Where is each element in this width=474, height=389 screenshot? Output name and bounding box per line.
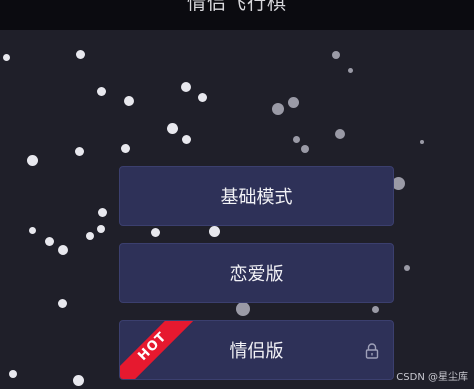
snow-particle (236, 302, 250, 316)
snow-particle (76, 50, 85, 59)
hot-badge: HOT (120, 321, 199, 379)
snow-particle (293, 136, 300, 143)
lock-icon (365, 343, 379, 359)
snow-particle (9, 370, 17, 378)
snow-particle (97, 87, 106, 96)
title-bar: 情侣飞行棋 (0, 0, 474, 30)
snow-particle (124, 96, 134, 106)
snow-particle (167, 123, 178, 134)
snow-particle (27, 155, 38, 166)
love-mode-label: 恋爱版 (229, 264, 284, 285)
snow-particle (288, 97, 299, 108)
couple-mode-button[interactable]: HOT 情侣版 (119, 320, 394, 380)
snow-particle (272, 103, 284, 115)
snow-particle (3, 54, 10, 61)
snow-particle (335, 129, 345, 139)
snow-particle (98, 208, 107, 217)
page-title: 情侣飞行棋 (186, 0, 287, 14)
snow-particle (97, 225, 105, 233)
snow-particle (151, 228, 160, 237)
snow-particle (75, 147, 84, 156)
basic-mode-button[interactable]: 基础模式 (119, 166, 394, 226)
snow-particle (404, 265, 410, 271)
snow-particle (420, 140, 424, 144)
snow-particle (182, 135, 191, 144)
love-mode-button[interactable]: 恋爱版 (119, 243, 394, 303)
snow-particle (301, 145, 309, 153)
snow-particle (372, 306, 379, 313)
snow-particle (45, 237, 54, 246)
snow-particle (73, 375, 84, 386)
snow-particle (86, 232, 94, 240)
snow-particle (181, 82, 191, 92)
snow-particle (121, 144, 130, 153)
snow-particle (58, 245, 68, 255)
watermark: CSDN @星尘库 (396, 372, 468, 383)
snow-particle (209, 226, 220, 237)
couple-mode-label: 情侣版 (229, 341, 284, 362)
snow-particle (198, 93, 207, 102)
snow-particle (332, 51, 340, 59)
snow-particle (29, 227, 36, 234)
snow-particle (348, 68, 353, 73)
snow-particle (58, 299, 67, 308)
basic-mode-label: 基础模式 (220, 187, 293, 208)
